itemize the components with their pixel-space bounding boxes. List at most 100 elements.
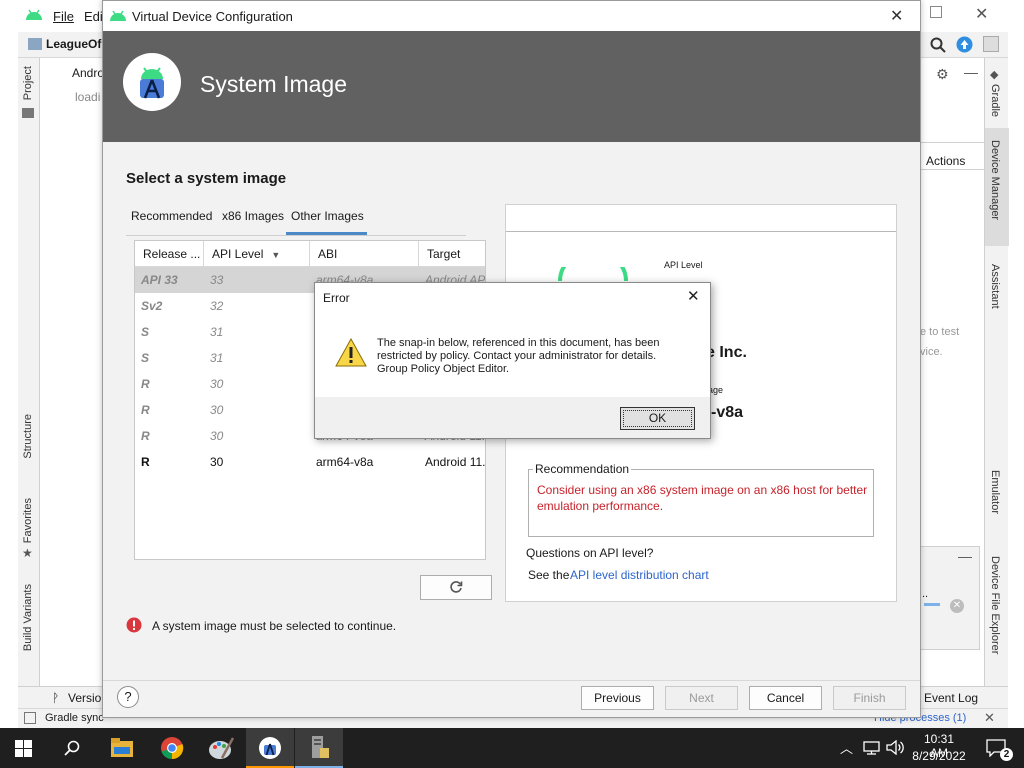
avatar[interactable] <box>983 36 999 52</box>
cell-release: R <box>141 429 150 443</box>
recommendation-title: Recommendation <box>533 462 632 476</box>
cell-target: Android 11. <box>425 455 485 469</box>
tab-gradle[interactable]: Gradle <box>989 84 1001 117</box>
table-row[interactable]: R 30 arm64-v8a Android 11. <box>135 449 485 475</box>
server-icon <box>312 736 329 758</box>
tab-structure[interactable]: Structure <box>22 414 34 459</box>
api-level-distribution-link[interactable]: API level distribution chart <box>570 568 709 582</box>
previous-button[interactable]: Previous <box>581 686 654 710</box>
cell-api: 31 <box>210 325 224 339</box>
abi-value: -v8a <box>711 404 744 421</box>
cell-api: 33 <box>210 273 224 287</box>
cell-release: S <box>141 351 150 365</box>
maximize-button[interactable] <box>930 6 942 18</box>
minimize-icon[interactable]: — <box>964 64 978 80</box>
cell-release: API 33 <box>141 273 178 287</box>
device-manager-hint-1: e to test <box>920 326 960 338</box>
next-button[interactable]: Next <box>665 686 738 710</box>
status-text: Gradle sync <box>45 712 104 724</box>
volume-icon[interactable] <box>886 740 904 755</box>
tab-build-variants[interactable]: Build Variants <box>22 584 34 651</box>
cell-api: 30 <box>210 377 224 391</box>
error-message-line-1: The snap-in below, referenced in this do… <box>377 337 660 349</box>
menu-edit[interactable]: Edi <box>84 9 103 24</box>
ide-right-tool-strip: ◆ Gradle Device Manager Assistant Emulat… <box>984 58 1009 688</box>
folder-icon <box>22 108 34 118</box>
star-icon: ★ <box>22 546 33 560</box>
android-icon <box>26 9 42 20</box>
panel-ellipsis: .. <box>922 588 929 600</box>
recommendation-text: Consider using an x86 system image on an… <box>537 483 868 513</box>
dialog-close-icon[interactable]: ✕ <box>890 6 903 26</box>
ok-button[interactable]: OK <box>620 407 695 430</box>
tab-device-manager[interactable]: Device Manager <box>989 140 1001 220</box>
android-node[interactable]: Andro <box>72 66 104 80</box>
dialog-header: System Image <box>103 31 920 142</box>
network-icon[interactable] <box>863 741 880 755</box>
column-abi[interactable]: ABI <box>310 241 419 267</box>
cell-release: R <box>141 455 150 469</box>
cell-api: 32 <box>210 299 224 313</box>
column-api-level[interactable]: API Level ▼ <box>204 241 310 267</box>
update-icon[interactable] <box>956 36 973 53</box>
notification-count-badge: 2 <box>1000 748 1013 761</box>
cancel-button[interactable]: Cancel <box>749 686 822 710</box>
tab-x86-images[interactable]: x86 Images <box>222 209 284 223</box>
project-name[interactable]: LeagueOf <box>46 37 101 51</box>
taskbar-android-studio[interactable] <box>246 728 294 768</box>
error-dialog: Error ✕ The snap-in below, referenced in… <box>314 282 711 439</box>
tab-other-images[interactable]: Other Images <box>291 209 364 223</box>
finish-button[interactable]: Finish <box>833 686 906 710</box>
cancel-process-icon[interactable]: ✕ <box>950 599 964 613</box>
refresh-icon <box>450 581 463 593</box>
dialog-titlebar: Virtual Device Configuration ✕ <box>103 1 920 31</box>
paint-icon[interactable] <box>208 736 234 760</box>
clock-date[interactable]: 8/29/2022 <box>908 749 970 763</box>
tab-emulator[interactable]: Emulator <box>989 470 1001 514</box>
taskbar-gpo-editor[interactable] <box>295 728 343 768</box>
status-close-icon[interactable]: ✕ <box>984 710 995 726</box>
windows-start-icon[interactable] <box>15 740 32 757</box>
error-dialog-close-icon[interactable]: ✕ <box>687 287 700 305</box>
android-studio-icon <box>259 737 281 759</box>
gear-icon[interactable]: ⚙ <box>936 66 949 83</box>
file-explorer-icon[interactable] <box>111 738 133 757</box>
cell-api: 31 <box>210 351 224 365</box>
close-icon[interactable]: ✕ <box>975 4 988 24</box>
api-level-question: Questions on API level? <box>526 546 654 560</box>
status-toggle-icon[interactable] <box>24 712 36 724</box>
see-the-text: See the <box>528 568 570 582</box>
header-title: System Image <box>200 71 347 97</box>
section-title: Select a system image <box>126 170 287 187</box>
branch-icon: ᚹ <box>52 691 60 705</box>
help-button[interactable]: ? <box>117 686 139 708</box>
search-icon[interactable] <box>64 740 80 756</box>
search-icon[interactable] <box>930 37 946 53</box>
tab-device-file-explorer[interactable]: Device File Explorer <box>989 556 1001 654</box>
menu-file[interactable]: File <box>53 9 74 24</box>
device-manager-hint-2: vice. <box>920 346 943 358</box>
chevron-up-icon[interactable]: ︿ <box>840 738 853 757</box>
tab-assistant[interactable]: Assistant <box>989 264 1001 309</box>
error-icon <box>126 617 142 633</box>
android-head-graphic <box>558 267 628 281</box>
tab-strip-divider <box>126 235 466 236</box>
column-target[interactable]: Target <box>419 241 485 267</box>
tab-recommended[interactable]: Recommended <box>131 209 212 223</box>
android-studio-logo <box>123 53 181 111</box>
chrome-icon[interactable] <box>160 736 184 760</box>
tab-event-log[interactable]: Event Log <box>924 691 978 705</box>
sort-desc-icon: ▼ <box>271 250 281 260</box>
project-folder-icon <box>28 38 42 50</box>
cell-release: R <box>141 403 150 417</box>
column-release[interactable]: Release ... <box>135 241 204 267</box>
panel-minimize-icon[interactable]: — <box>958 548 972 564</box>
error-message-line-3: Group Policy Object Editor. <box>377 363 510 375</box>
tab-project[interactable]: Project <box>22 66 34 100</box>
android-icon <box>110 10 126 21</box>
api-level-label: API Level <box>664 260 703 270</box>
ide-left-tool-strip: Project Structure Favorites ★ Build Vari… <box>18 58 40 688</box>
tab-favorites[interactable]: Favorites <box>22 498 34 543</box>
cell-release: S <box>141 325 150 339</box>
refresh-button[interactable] <box>420 575 492 600</box>
